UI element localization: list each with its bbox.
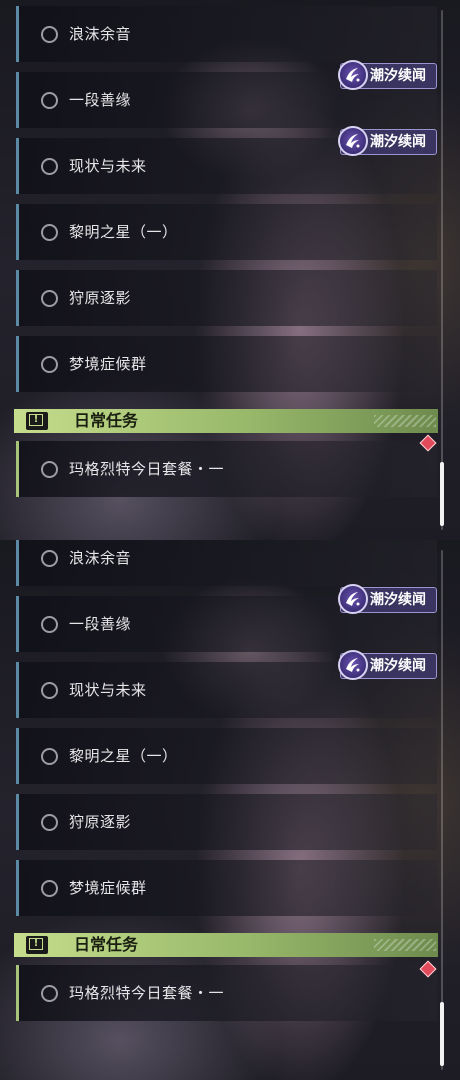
tide-tag-badge: 潮汐续闻	[338, 60, 437, 90]
quest-label: 玛格烈特今日套餐・一	[69, 460, 225, 478]
daily-section-header: ! 日常任务	[14, 933, 438, 957]
tag-label: 潮汐续闻	[370, 592, 426, 608]
tide-tag-badge: 潮汐续闻	[338, 584, 437, 614]
quest-label: 浪沫余音	[69, 25, 132, 43]
quest-status-ring-icon	[41, 460, 58, 478]
quest-label: 黎明之星（一）	[69, 223, 178, 241]
quest-status-ring-icon	[41, 681, 58, 699]
tide-tag-badge: 潮汐续闻	[338, 650, 437, 680]
scrollbar-thumb[interactable]	[440, 1002, 444, 1066]
daily-quest-item-1[interactable]: 玛格烈特今日套餐・一	[16, 965, 437, 1021]
quest-status-ring-icon	[41, 747, 58, 765]
quest-item-6[interactable]: 梦境症候群	[16, 860, 437, 916]
tag-label: 潮汐续闻	[370, 658, 426, 674]
quest-status-ring-icon	[41, 984, 58, 1002]
tide-emblem-icon	[338, 584, 368, 614]
daily-section-header: ! 日常任务	[14, 409, 438, 433]
quest-label: 玛格烈特今日套餐・一	[69, 984, 225, 1002]
stripe-decoration	[374, 939, 436, 951]
quest-panel-bottom: 浪沫余音 一段善缘 现状与未来 黎明之星（一） 狩原逐影 梦境症候群 潮汐续闻 …	[0, 540, 460, 1080]
quest-label: 现状与未来	[69, 157, 147, 175]
quest-item-6[interactable]: 梦境症候群	[16, 336, 437, 392]
quest-item-5[interactable]: 狩原逐影	[16, 794, 437, 850]
quest-item-1[interactable]: 浪沫余音	[16, 540, 437, 586]
section-title: 日常任务	[74, 411, 139, 430]
quest-status-ring-icon	[41, 157, 58, 175]
quest-status-ring-icon	[41, 223, 58, 241]
quest-status-ring-icon	[41, 813, 58, 831]
quest-label: 梦境症候群	[69, 355, 147, 373]
tag-label: 潮汐续闻	[370, 134, 426, 150]
quest-status-ring-icon	[41, 25, 58, 43]
quest-status-ring-icon	[41, 615, 58, 633]
quest-status-ring-icon	[41, 91, 58, 109]
quest-label: 狩原逐影	[69, 289, 132, 307]
scrollbar-thumb[interactable]	[440, 462, 444, 526]
quest-label: 黎明之星（一）	[69, 747, 178, 765]
quest-item-4[interactable]: 黎明之星（一）	[16, 728, 437, 784]
scrollbar-track[interactable]	[441, 10, 443, 530]
stripe-decoration	[374, 415, 436, 427]
quest-status-ring-icon	[41, 355, 58, 373]
tide-emblem-icon	[338, 60, 368, 90]
quest-label: 浪沫余音	[69, 549, 132, 567]
scrollbar-track[interactable]	[441, 550, 443, 1070]
daily-quest-item-1[interactable]: 玛格烈特今日套餐・一	[16, 441, 437, 497]
quest-item-5[interactable]: 狩原逐影	[16, 270, 437, 326]
quest-label: 一段善缘	[69, 91, 132, 109]
exclamation-icon: !	[26, 936, 48, 954]
quest-item-1[interactable]: 浪沫余音	[16, 6, 437, 62]
quest-panel-top: 浪沫余音 一段善缘 现状与未来 黎明之星（一） 狩原逐影 梦境症候群 潮汐续闻 …	[0, 0, 460, 540]
quest-status-ring-icon	[41, 879, 58, 897]
tide-emblem-icon	[338, 650, 368, 680]
quest-label: 梦境症候群	[69, 879, 147, 897]
tide-tag-badge: 潮汐续闻	[338, 126, 437, 156]
exclamation-icon: !	[26, 412, 48, 430]
quest-label: 狩原逐影	[69, 813, 132, 831]
tide-emblem-icon	[338, 126, 368, 156]
section-title: 日常任务	[74, 935, 139, 954]
quest-item-4[interactable]: 黎明之星（一）	[16, 204, 437, 260]
quest-status-ring-icon	[41, 549, 58, 567]
quest-status-ring-icon	[41, 289, 58, 307]
quest-label: 一段善缘	[69, 615, 132, 633]
quest-label: 现状与未来	[69, 681, 147, 699]
tag-label: 潮汐续闻	[370, 68, 426, 84]
